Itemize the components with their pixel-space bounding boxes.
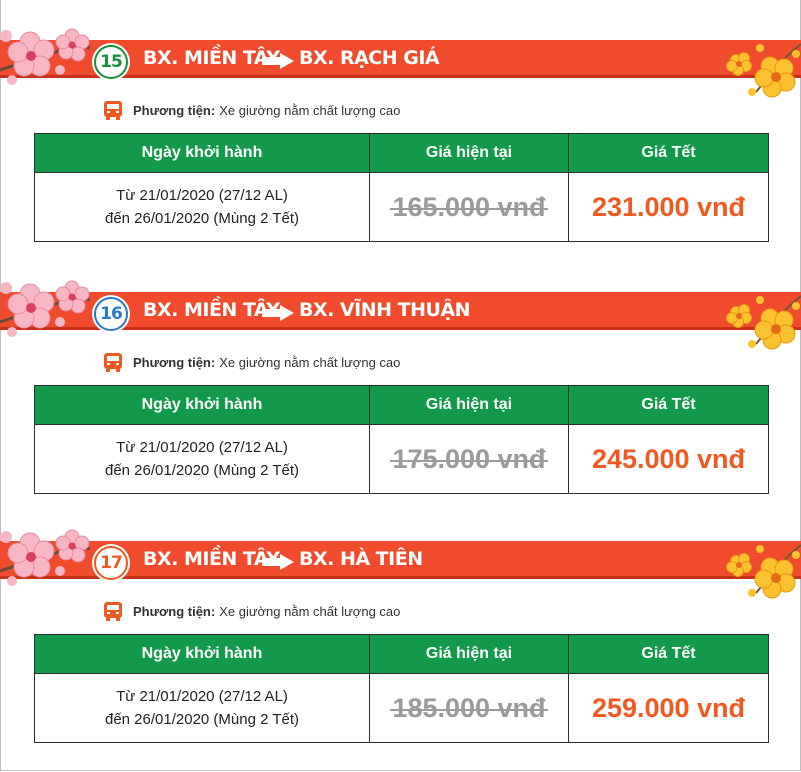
cherry-blossom-icon [0,28,91,85]
header-current-price: Giá hiện tại [369,385,569,425]
vehicle-value: Xe giường nằm chất lượng cao [219,102,401,118]
table-row: Từ 21/01/2020 (27/12 AL) đến 26/01/2020 … [34,172,769,242]
vehicle-row: Phương tiện: Xe giường nằm chất lượng ca… [103,601,400,621]
bus-icon [104,602,122,621]
vehicle-row: Phương tiện: Xe giường nằm chất lượng ca… [103,100,400,120]
tet-price-cell: 231.000 vnđ [568,172,769,242]
route-origin: BX. MIỀN TÂY [143,47,280,69]
date-range-start: Từ 21/01/2020 (27/12 AL) [116,187,288,204]
route-section: 15 BX. MIỀN TÂY BX. RẠCH GIÁ Phương tiện… [0,0,801,250]
route-destination: BX. HÀ TIÊN [299,548,423,570]
tet-price: 231.000 vnđ [591,191,746,222]
route-origin: BX. MIỀN TÂY [143,299,280,321]
header-departure-date: Ngày khởi hành [34,634,370,674]
current-price: 185.000 vnđ [390,692,548,723]
vehicle-label: Phương tiện: [133,102,216,118]
tet-price: 259.000 vnđ [591,692,746,723]
arrow-right-icon [262,554,294,570]
route-destination: BX. RẠCH GIÁ [299,47,440,69]
header-tet-price: Giá Tết [568,634,769,674]
route-banner: 17 BX. MIỀN TÂY BX. HÀ TIÊN [0,541,801,582]
cherry-blossom-icon [0,529,91,586]
tet-price-cell: 245.000 vnđ [568,424,769,494]
current-price: 165.000 vnđ [390,191,548,222]
departure-date-cell: Từ 21/01/2020 (27/12 AL) đến 26/01/2020 … [34,172,370,242]
route-section: 17 BX. MIỀN TÂY BX. HÀ TIÊN Phương tiện:… [0,501,801,751]
table-row: Từ 21/01/2020 (27/12 AL) đến 26/01/2020 … [34,673,769,743]
route-number-badge: 16 [92,295,130,333]
header-current-price: Giá hiện tại [369,634,569,674]
date-range-start: Từ 21/01/2020 (27/12 AL) [116,688,288,705]
route-destination: BX. VĨNH THUẬN [299,299,471,321]
route-number-badge: 17 [92,544,130,582]
price-table: Ngày khởi hành Giá hiện tại Giá Tết Từ 2… [34,634,769,743]
route-banner: 15 BX. MIỀN TÂY BX. RẠCH GIÁ [0,40,801,81]
current-price-cell: 175.000 vnđ [369,424,569,494]
vehicle-label: Phương tiện: [133,603,216,619]
apricot-blossom-icon [726,43,801,98]
tet-price: 245.000 vnđ [591,443,746,474]
vehicle-value: Xe giường nằm chất lượng cao [219,603,401,619]
vehicle-row: Phương tiện: Xe giường nằm chất lượng ca… [103,352,400,372]
route-number: 15 [94,45,128,79]
route-number: 17 [94,546,128,580]
current-price-cell: 185.000 vnđ [369,673,569,743]
header-tet-price: Giá Tết [568,385,769,425]
price-table-header: Ngày khởi hành Giá hiện tại Giá Tết [34,385,769,425]
bus-icon [104,353,122,372]
cherry-blossom-icon [0,280,91,337]
header-departure-date: Ngày khởi hành [34,133,370,173]
arrow-right-icon [262,305,294,321]
departure-date-cell: Từ 21/01/2020 (27/12 AL) đến 26/01/2020 … [34,673,370,743]
price-table: Ngày khởi hành Giá hiện tại Giá Tết Từ 2… [34,133,769,242]
date-range-start: Từ 21/01/2020 (27/12 AL) [116,439,288,456]
apricot-blossom-icon [726,295,801,350]
date-range-end: đến 26/01/2020 (Mùng 2 Tết) [104,210,300,227]
vehicle-label: Phương tiện: [133,354,216,370]
bus-icon [104,101,122,120]
route-section: 16 BX. MIỀN TÂY BX. VĨNH THUẬN Phương ti… [0,252,801,502]
vehicle-value: Xe giường nằm chất lượng cao [219,354,401,370]
route-origin: BX. MIỀN TÂY [143,548,280,570]
route-number: 16 [94,297,128,331]
header-departure-date: Ngày khởi hành [34,385,370,425]
departure-date-cell: Từ 21/01/2020 (27/12 AL) đến 26/01/2020 … [34,424,370,494]
price-table-header: Ngày khởi hành Giá hiện tại Giá Tết [34,133,769,173]
current-price: 175.000 vnđ [390,443,548,474]
date-range-end: đến 26/01/2020 (Mùng 2 Tết) [104,462,300,479]
route-banner: 16 BX. MIỀN TÂY BX. VĨNH THUẬN [0,292,801,333]
apricot-blossom-icon [726,544,801,599]
price-table-header: Ngày khởi hành Giá hiện tại Giá Tết [34,634,769,674]
route-number-badge: 15 [92,43,130,81]
arrow-right-icon [262,53,294,69]
current-price-cell: 165.000 vnđ [369,172,569,242]
table-row: Từ 21/01/2020 (27/12 AL) đến 26/01/2020 … [34,424,769,494]
date-range-end: đến 26/01/2020 (Mùng 2 Tết) [104,711,300,728]
header-tet-price: Giá Tết [568,133,769,173]
tet-price-cell: 259.000 vnđ [568,673,769,743]
header-current-price: Giá hiện tại [369,133,569,173]
price-table: Ngày khởi hành Giá hiện tại Giá Tết Từ 2… [34,385,769,494]
